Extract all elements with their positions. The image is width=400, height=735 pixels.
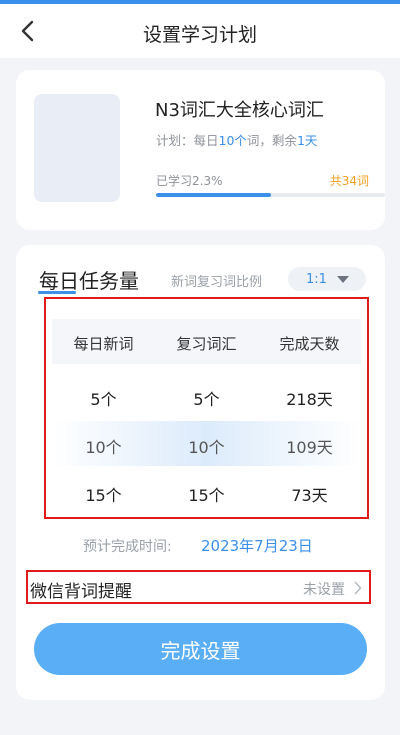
row-review-words: 10个	[188, 438, 225, 457]
row-new-words: 10个	[85, 438, 122, 457]
reminder-label: 微信背词提醒	[30, 582, 132, 602]
progress-bar-fill	[156, 193, 271, 197]
progress-bar	[156, 193, 385, 197]
daily-task-title: 每日任务量	[39, 269, 139, 293]
wechat-reminder-row[interactable]: 微信背词提醒 未设置	[26, 570, 371, 604]
column-header-days: 完成天数	[279, 335, 340, 353]
column-header-new-words: 每日新词	[73, 335, 134, 353]
estimated-finish-label: 预计完成时间:	[83, 539, 172, 555]
table-header: 每日新词 复习词汇 完成天数	[52, 319, 361, 364]
row-days: 109天	[286, 438, 333, 457]
plan-remaining-days: 1天	[296, 133, 318, 148]
plan-summary: 计划：每日10个词，剩余1天	[156, 130, 317, 149]
top-bar: 设置学习计划	[0, 0, 400, 58]
ratio-value: 1:1	[306, 271, 327, 287]
estimated-finish-date: 2023年7月23日	[201, 537, 313, 555]
plan-daily-count: 10个	[218, 133, 247, 148]
book-card: N3词汇大全核心词汇 计划：每日10个词，剩余1天 已学习2.3% 共34词	[16, 70, 385, 230]
row-new-words: 5个	[90, 390, 117, 409]
title-underline	[38, 291, 76, 294]
table-row[interactable]: 5个 5个 218天	[52, 373, 361, 418]
progress-label: 已学习2.3%	[156, 174, 223, 188]
caret-down-icon	[336, 275, 349, 283]
total-words-label: 共34词	[329, 174, 369, 188]
daily-task-card: 每日任务量 新词复习词比例 1:1 每日新词 复习词汇 完成天数 5个 5个 2…	[16, 245, 385, 700]
book-name: N3词汇大全核心词汇	[155, 100, 324, 121]
plan-prefix: 计划：每日	[156, 133, 219, 148]
row-new-words: 15个	[85, 486, 122, 505]
daily-amount-table: 每日新词 复习词汇 完成天数 5个 5个 218天 10个 10个 109天 1…	[44, 297, 369, 519]
table-row[interactable]: 15个 15个 73天	[52, 469, 361, 514]
row-days: 218天	[286, 390, 333, 409]
ratio-dropdown[interactable]: 1:1	[288, 267, 366, 291]
ratio-label: 新词复习词比例	[171, 275, 263, 290]
plan-middle: 词，剩余	[246, 133, 297, 148]
reminder-status: 未设置	[303, 582, 345, 598]
book-cover	[34, 94, 120, 202]
row-review-words: 15个	[188, 486, 225, 505]
page-title: 设置学习计划	[142, 24, 257, 46]
chevron-right-icon	[354, 581, 362, 595]
row-review-words: 5个	[193, 390, 220, 409]
row-days: 73天	[291, 486, 328, 505]
table-row-selected[interactable]: 10个 10个 109天	[52, 421, 361, 466]
column-header-review-words: 复习词汇	[176, 335, 237, 353]
complete-setup-button[interactable]: 完成设置	[34, 623, 367, 675]
